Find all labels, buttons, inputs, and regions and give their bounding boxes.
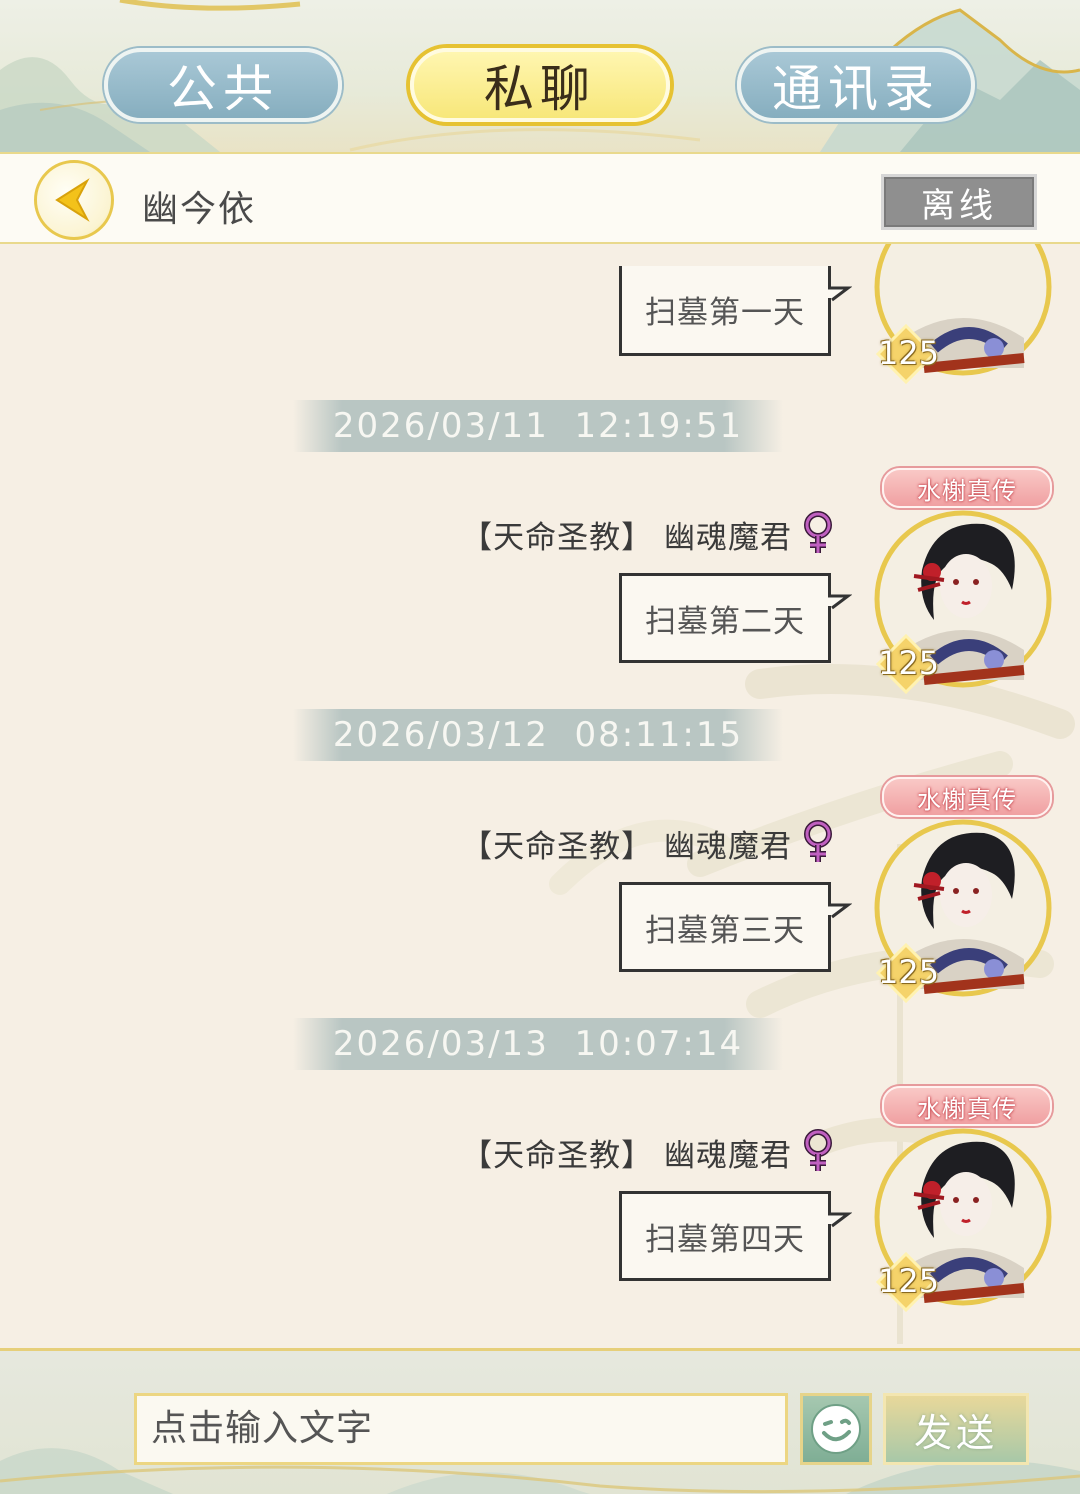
tab-contacts[interactable]: 通讯录	[737, 48, 975, 122]
sender-name: 【天命圣教】 幽魂魔君	[461, 520, 792, 556]
message-input[interactable]: 点击输入文字	[134, 1393, 788, 1465]
message-list[interactable]: 扫墓第一天 125 2026/03/11 12:19:51 水榭真传 【天命圣教…	[0, 244, 1080, 1348]
tab-public[interactable]: 公共	[104, 48, 342, 122]
status-badge: 离线	[881, 174, 1037, 230]
message-input-bar: 点击输入文字 发送	[0, 1348, 1080, 1494]
bubble-tail	[826, 286, 852, 302]
female-symbol-icon	[804, 820, 832, 862]
female-symbol-icon	[804, 1129, 832, 1171]
level-text: 125	[878, 953, 940, 991]
bubble-tail	[826, 594, 852, 610]
smiley-icon	[811, 1404, 861, 1454]
back-button[interactable]	[34, 160, 114, 240]
timestamp-divider: 2026/03/11 12:19:51	[293, 400, 783, 452]
chat-header: 公共 私聊 通讯录	[0, 0, 1080, 152]
title-tag: 水榭真传	[882, 777, 1052, 817]
contact-name: 幽今依	[142, 189, 257, 230]
level-text: 125	[878, 334, 940, 372]
sender-name: 【天命圣教】 幽魂魔君	[461, 1138, 792, 1174]
sender-name: 【天命圣教】 幽魂魔君	[461, 829, 792, 865]
timestamp-divider: 2026/03/12 08:11:15	[293, 709, 783, 761]
title-tag: 水榭真传	[882, 1086, 1052, 1126]
conversation-titlebar: 幽今依 离线	[0, 152, 1080, 244]
timestamp-divider: 2026/03/13 10:07:14	[293, 1018, 783, 1070]
female-symbol-icon	[804, 511, 832, 553]
send-button[interactable]: 发送	[883, 1393, 1029, 1465]
title-tag: 水榭真传	[882, 468, 1052, 508]
bubble-tail	[826, 903, 852, 919]
bubble-tail	[826, 1212, 852, 1228]
message-bubble[interactable]: 扫墓第三天	[619, 882, 831, 972]
level-text: 125	[878, 1262, 940, 1300]
emoji-button[interactable]	[800, 1393, 872, 1465]
chevron-left-icon	[55, 178, 90, 222]
message-bubble[interactable]: 扫墓第二天	[619, 573, 831, 663]
message-bubble[interactable]: 扫墓第一天	[619, 266, 831, 356]
message-bubble[interactable]: 扫墓第四天	[619, 1191, 831, 1281]
level-text: 125	[878, 644, 940, 682]
tab-private-chat[interactable]: 私聊	[410, 48, 670, 122]
